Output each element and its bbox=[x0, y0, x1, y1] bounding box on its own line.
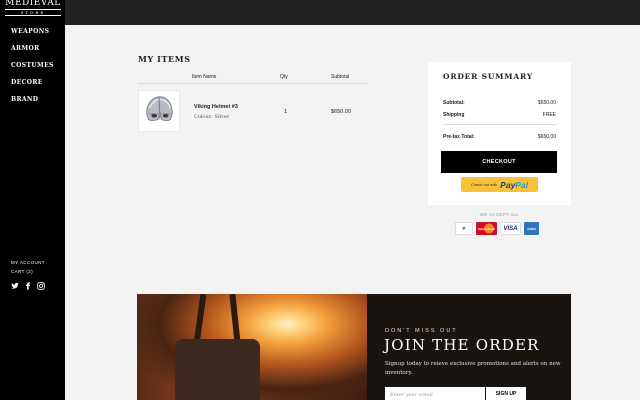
amex-icon: AMEX bbox=[524, 222, 539, 235]
banner-description: Signup today to reieve exclusive promoti… bbox=[385, 361, 561, 376]
my-account-link[interactable]: MY ACCOUNT bbox=[11, 258, 45, 267]
my-items-title: MY ITEMS bbox=[138, 54, 191, 64]
nav-item-brand[interactable]: BRAND bbox=[11, 95, 54, 112]
column-header-subtotal: Subtotal bbox=[331, 74, 350, 80]
top-bar bbox=[65, 0, 640, 25]
subtotal-label: Subtotal: bbox=[443, 100, 465, 106]
summary-divider bbox=[443, 124, 556, 125]
product-name[interactable]: Viking Helmet #3 bbox=[194, 104, 238, 110]
order-summary-panel: ORDER SUMMARY Subtotal: $650.00 Shipping… bbox=[428, 62, 571, 205]
shipping-label: Shipping bbox=[443, 112, 465, 118]
subtotal-value: $650.00 bbox=[537, 100, 556, 106]
column-header-qty: Qty bbox=[280, 74, 288, 80]
signup-button[interactable]: SIGN UP bbox=[486, 387, 526, 400]
store-logo[interactable]: MEDIEVAL STORE bbox=[5, 0, 61, 16]
product-color: Colour: Silver bbox=[194, 114, 230, 120]
social-links bbox=[11, 282, 45, 290]
nav-item-weapons[interactable]: WEAPONS bbox=[11, 27, 54, 44]
payment-card-icons: P MasterCard VISA AMEX bbox=[455, 222, 539, 235]
logo-name: MEDIEVAL bbox=[5, 0, 61, 8]
column-header-item-name: Item Name bbox=[192, 74, 217, 80]
pretax-label: Pre-tax Total: bbox=[443, 134, 475, 140]
cart-link[interactable]: CART (2) bbox=[11, 267, 45, 276]
pretax-value: $650.00 bbox=[537, 134, 556, 140]
product-subtotal: $650.00 bbox=[331, 109, 351, 115]
nav-item-armor[interactable]: ARMOR bbox=[11, 44, 54, 61]
newsletter-email-input[interactable] bbox=[385, 387, 485, 400]
visa-icon: VISA bbox=[500, 222, 521, 235]
paypal-prefix: Check out with bbox=[470, 182, 498, 187]
banner-subtitle: DON'T MISS OUT bbox=[385, 328, 458, 334]
paypal-logo: PayPal bbox=[500, 180, 528, 190]
accepted-payments-label: WE ACCEPT ALL bbox=[479, 212, 520, 217]
main-nav: WEAPONS ARMOR COSTUMES DECORE BRAND bbox=[11, 27, 54, 112]
paypal-checkout-button[interactable]: Check out with PayPal bbox=[461, 177, 538, 192]
paypal-card-icon: P bbox=[455, 222, 473, 235]
logo-tagline: STORE bbox=[5, 9, 61, 16]
mastercard-icon: MasterCard bbox=[476, 222, 497, 235]
checkout-button[interactable]: CHECKOUT bbox=[441, 151, 557, 173]
pretax-row: Pre-tax Total: $650.00 bbox=[443, 134, 556, 140]
instagram-icon[interactable] bbox=[37, 282, 45, 290]
newsletter-banner: DON'T MISS OUT JOIN THE ORDER Signup tod… bbox=[137, 294, 571, 400]
product-qty: 1 bbox=[284, 109, 288, 115]
paypal-logo-pal: Pal bbox=[515, 179, 529, 190]
shipping-value: FREE bbox=[542, 112, 556, 118]
banner-title: JOIN THE ORDER bbox=[384, 336, 540, 354]
account-links: MY ACCOUNT CART (2) bbox=[11, 258, 45, 276]
twitter-icon[interactable] bbox=[11, 282, 19, 290]
table-header-divider bbox=[138, 83, 368, 84]
shipping-row: Shipping FREE bbox=[443, 112, 556, 118]
sidebar: MEDIEVAL STORE WEAPONS ARMOR COSTUMES DE… bbox=[0, 0, 65, 400]
product-image-helmet[interactable] bbox=[138, 90, 180, 132]
mastercard-text: MasterCard bbox=[478, 227, 495, 231]
paypal-logo-pay: Pay bbox=[500, 179, 516, 190]
nav-item-costumes[interactable]: COSTUMES bbox=[11, 61, 54, 78]
subtotal-row: Subtotal: $650.00 bbox=[443, 100, 556, 106]
facebook-icon[interactable] bbox=[24, 282, 32, 290]
blacksmith-apron bbox=[175, 339, 260, 400]
nav-item-decore[interactable]: DECORE bbox=[11, 78, 54, 95]
order-summary-title: ORDER SUMMARY bbox=[443, 72, 533, 81]
